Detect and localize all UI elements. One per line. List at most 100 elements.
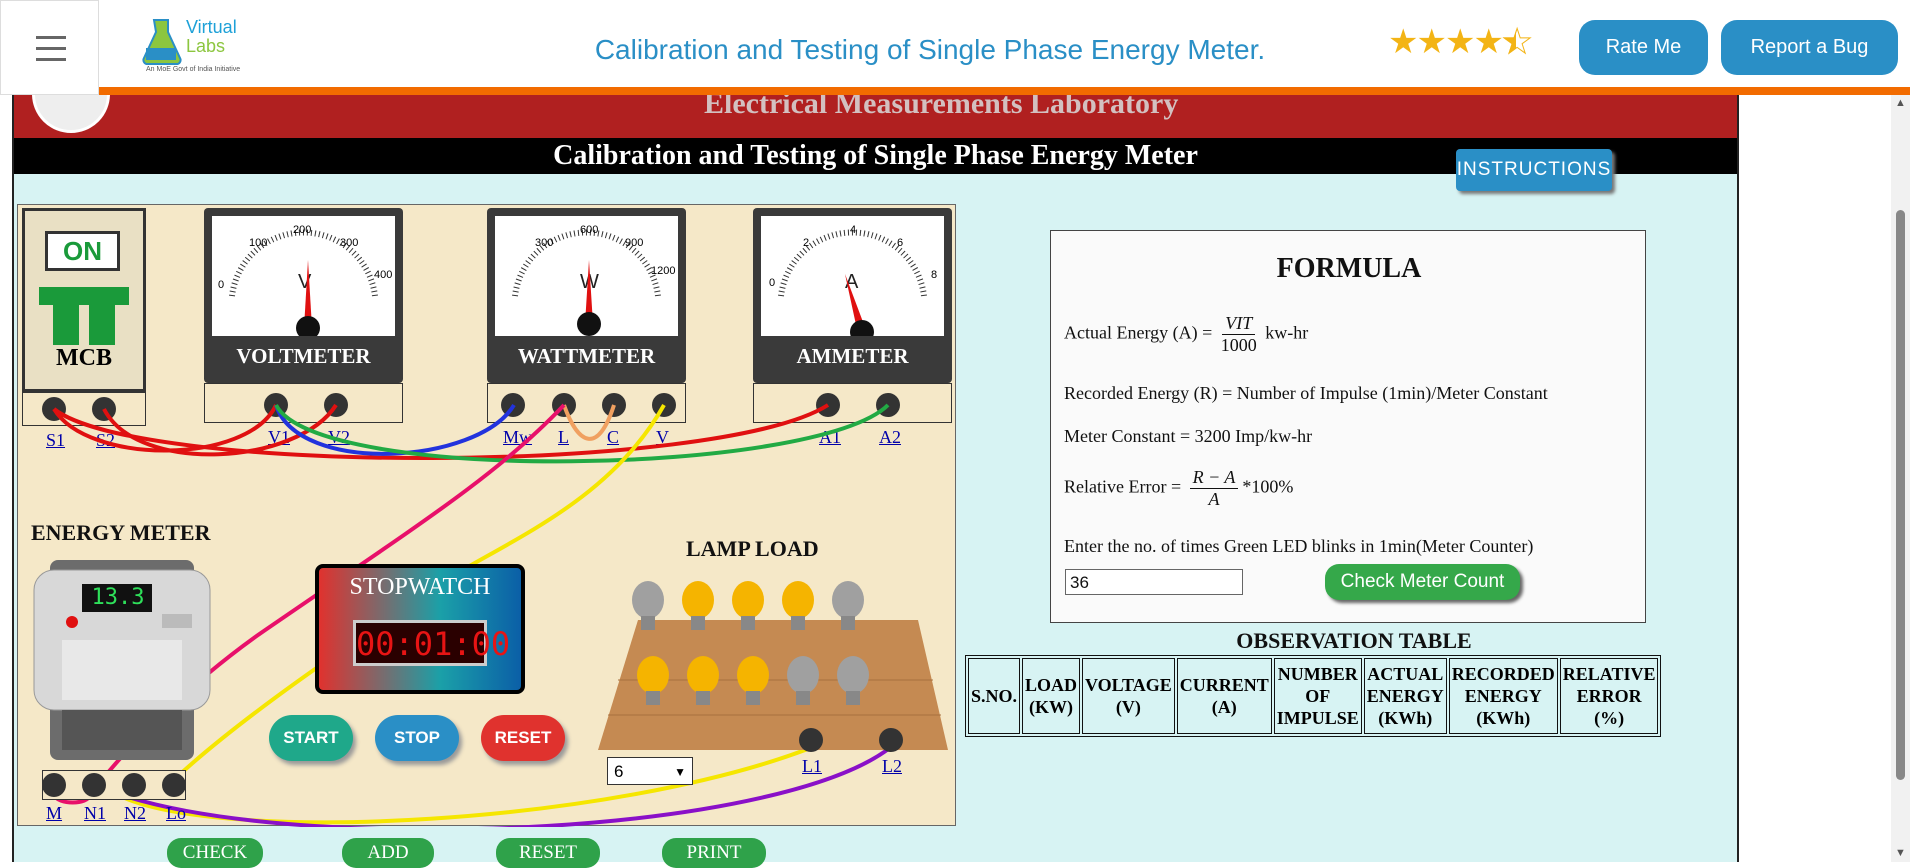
table-header-text: (%) bbox=[1594, 708, 1625, 728]
table-header-text: IMPULSE bbox=[1276, 708, 1359, 728]
table-header-text: ACTUAL bbox=[1367, 664, 1444, 684]
experiment-page: Electrical Measurements Laboratory Calib… bbox=[12, 95, 1739, 868]
label-l1[interactable]: L1 bbox=[802, 756, 822, 777]
table-header-cell: CURRENT (A) bbox=[1176, 658, 1272, 734]
rating-stars: ★★★★★ bbox=[1388, 22, 1533, 63]
table-header-cell: ACTUAL ENERGY (KWh) bbox=[1363, 658, 1447, 734]
stop-button[interactable]: STOP bbox=[375, 715, 459, 761]
actual-energy-numerator: VIT bbox=[1222, 313, 1256, 335]
formula-box: FORMULA Actual Energy (A) = VIT 1000 kw-h… bbox=[1050, 230, 1646, 623]
virtual-labs-logo[interactable]: Virtual Labs An MoE Govt of India Initiat… bbox=[138, 14, 250, 80]
print-button[interactable]: PRINT bbox=[662, 838, 766, 868]
lamp-count-select[interactable]: 6 ▼ bbox=[607, 757, 693, 785]
terminal-n1[interactable] bbox=[82, 773, 106, 797]
table-header-text: NUMBER bbox=[1277, 664, 1358, 684]
lit-bulb-icon bbox=[735, 655, 771, 711]
relative-error-fraction: R − AA bbox=[1189, 467, 1239, 510]
observation-table: S.NO. LOAD (KW) VOLTAGE (V) CURRENT (A) NUMBER O… bbox=[965, 655, 1662, 737]
table-header-text: CURRENT bbox=[1179, 675, 1269, 695]
terminal-l1[interactable] bbox=[799, 728, 823, 752]
menu-icon-bar bbox=[36, 47, 66, 50]
menu-icon bbox=[36, 36, 66, 39]
label-l2[interactable]: L2 bbox=[882, 756, 902, 777]
report-bug-button[interactable]: Report a Bug bbox=[1721, 20, 1898, 75]
relative-error-formula: Relative Error = R − A A *100% bbox=[1064, 467, 1293, 510]
check-meter-count-button[interactable]: Check Meter Count bbox=[1325, 564, 1520, 600]
add-button[interactable]: ADD bbox=[342, 838, 434, 868]
brand-top: Virtual bbox=[186, 17, 237, 37]
brand-text: Virtual Labs bbox=[186, 18, 237, 56]
stopwatch-label: STOPWATCH bbox=[349, 574, 491, 600]
energy-meter: 13.3 bbox=[32, 560, 212, 766]
check-button[interactable]: CHECK bbox=[167, 838, 263, 868]
table-header-cell: NUMBER OF IMPULSE bbox=[1273, 658, 1362, 734]
relative-error-prefix: Relative Error = bbox=[1064, 476, 1182, 497]
actual-energy-denominator: 1000 bbox=[1220, 335, 1257, 355]
lit-bulb-icon bbox=[780, 580, 816, 636]
terminal-m[interactable] bbox=[42, 773, 66, 797]
terminal-lo[interactable] bbox=[162, 773, 186, 797]
chevron-down-icon: ▼ bbox=[674, 765, 686, 779]
formula-title: FORMULA bbox=[1276, 253, 1422, 284]
relative-error-suffix: *100% bbox=[1242, 476, 1294, 497]
unlit-bulb-icon bbox=[835, 655, 871, 711]
hamburger-menu-button[interactable] bbox=[0, 0, 99, 95]
menu-icon-bar bbox=[36, 58, 66, 61]
label-n2[interactable]: N2 bbox=[124, 803, 146, 824]
lamp-load-label: LAMP LOAD bbox=[686, 536, 819, 561]
scroll-thumb[interactable] bbox=[1896, 210, 1905, 780]
actual-energy-formula: Actual Energy (A) = VIT 1000 kw-hr bbox=[1064, 313, 1308, 356]
table-header-row: S.NO. LOAD (KW) VOLTAGE (V) CURRENT (A) NUMBER O… bbox=[968, 658, 1659, 734]
table-header-cell: LOAD (KW) bbox=[1022, 658, 1081, 734]
start-button[interactable]: START bbox=[269, 715, 353, 761]
table-header-cell: RELATIVE ERROR (%) bbox=[1559, 658, 1659, 734]
institute-seal-logo bbox=[32, 95, 110, 133]
table-header-cell: VOLTAGE (V) bbox=[1082, 658, 1175, 734]
nav-title: Calibration and Testing of Single Phase … bbox=[594, 34, 1266, 65]
lab-header: Electrical Measurements Laboratory bbox=[14, 95, 1737, 138]
table-header-text: ERROR bbox=[1576, 686, 1642, 706]
unlit-bulb-icon bbox=[830, 580, 866, 636]
recorded-energy-formula: Recorded Energy (R) = Number of Impulse … bbox=[1064, 383, 1548, 403]
table-header-text: LOAD bbox=[1025, 675, 1078, 695]
circuit-panel: ON MCB S1 S2 0 100 200 300 400 V VOLTMET… bbox=[17, 204, 956, 827]
relative-error-numerator: R − A bbox=[1189, 467, 1239, 489]
rate-me-button[interactable]: Rate Me bbox=[1579, 20, 1708, 75]
brand-bottom: Labs bbox=[186, 36, 226, 56]
label-lo[interactable]: Lo bbox=[166, 803, 186, 824]
energy-meter-display: 13.3 bbox=[91, 585, 145, 610]
table-header-text: (V) bbox=[1115, 697, 1141, 717]
meter-count-prompt: Enter the no. of times Green LED blinks … bbox=[1064, 536, 1534, 556]
table-header-text: (A) bbox=[1211, 697, 1237, 717]
actual-energy-prefix: Actual Energy (A) = bbox=[1064, 322, 1213, 343]
table-header-text: (KWh) bbox=[1476, 708, 1531, 728]
lamp-count-value: 6 bbox=[614, 762, 624, 781]
terminal-n2[interactable] bbox=[122, 773, 146, 797]
meter-constant-text: Meter Constant = 3200 Imp/kw-hr bbox=[1064, 426, 1313, 446]
actual-energy-unit: kw-hr bbox=[1265, 322, 1309, 343]
meter-count-input[interactable]: 36 bbox=[1065, 569, 1243, 595]
flask-logo-icon bbox=[142, 19, 182, 66]
scroll-up-icon[interactable]: ▲ bbox=[1895, 97, 1906, 109]
lit-bulb-icon bbox=[635, 655, 671, 711]
terminal-l2[interactable] bbox=[879, 728, 903, 752]
reset-button[interactable]: RESET bbox=[496, 838, 600, 868]
lit-bulb-icon bbox=[730, 580, 766, 636]
lab-name: Electrical Measurements Laboratory bbox=[704, 95, 1179, 120]
label-n1[interactable]: N1 bbox=[84, 803, 106, 824]
star-icon: ★★★★ bbox=[1388, 22, 1504, 62]
unlit-bulb-icon bbox=[785, 655, 821, 711]
energy-meter-label: ENERGY METER bbox=[31, 520, 211, 545]
table-header-text: (KWh) bbox=[1378, 708, 1433, 728]
lit-bulb-icon bbox=[680, 580, 716, 636]
table-header-text: ENERGY bbox=[1366, 686, 1444, 706]
table-header-text: OF bbox=[1305, 686, 1331, 706]
scroll-down-icon[interactable]: ▼ bbox=[1895, 847, 1906, 859]
reset-stopwatch-button[interactable]: RESET bbox=[481, 715, 565, 761]
table-header-text: ENERGY bbox=[1464, 686, 1542, 706]
instructions-button[interactable]: INSTRUCTIONS bbox=[1456, 149, 1612, 191]
label-m[interactable]: M bbox=[46, 803, 62, 824]
table-header-cell: S.NO. bbox=[968, 658, 1021, 734]
page-scrollbar[interactable]: ▲ ▼ bbox=[1891, 95, 1910, 862]
top-navbar: Virtual Labs An MoE Govt of India Initiat… bbox=[0, 0, 1910, 95]
